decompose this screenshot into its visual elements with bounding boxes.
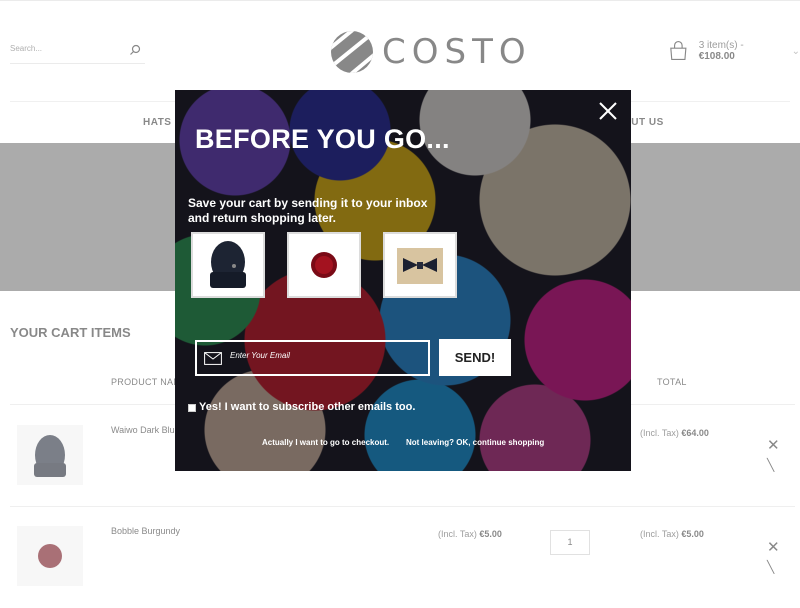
modal-product-bowtie <box>383 232 457 298</box>
go-to-checkout-link[interactable]: Actually I want to go to checkout. <box>262 438 389 447</box>
modal-description: Save your cart by sending it to your inb… <box>188 196 428 225</box>
subscribe-checkbox[interactable] <box>188 404 196 412</box>
close-icon[interactable] <box>597 100 619 122</box>
beanie-image-icon <box>210 241 246 288</box>
exit-intent-modal: BEFORE YOU GO... Save your cart by sendi… <box>175 90 631 471</box>
subscribe-label[interactable]: Yes! I want to subscribe other emails to… <box>199 401 415 413</box>
pompom-image-icon <box>311 252 337 278</box>
modal-product-beanie <box>191 232 265 298</box>
send-button[interactable]: SEND! <box>439 339 511 376</box>
bowtie-image-icon <box>397 248 443 284</box>
email-input[interactable] <box>230 351 420 360</box>
envelope-icon <box>204 352 222 365</box>
email-field[interactable] <box>195 340 430 376</box>
modal-title: BEFORE YOU GO... <box>195 124 450 154</box>
modal-product-pompom <box>287 232 361 298</box>
continue-shopping-link[interactable]: Not leaving? OK, continue shopping <box>406 438 544 447</box>
